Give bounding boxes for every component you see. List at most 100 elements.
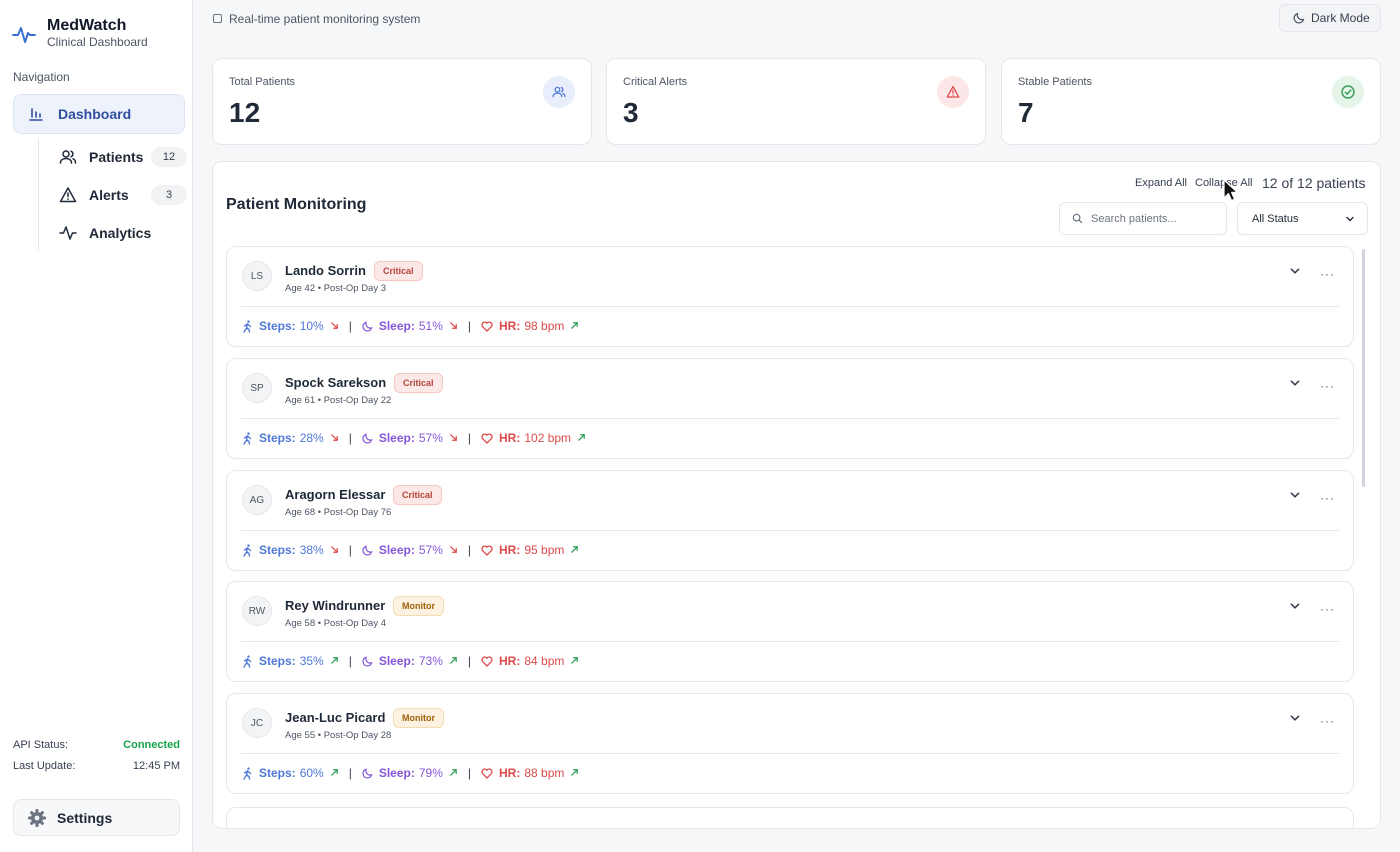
steps-metric: Steps: 38%: [242, 543, 339, 557]
stat-title: Stable Patients: [1018, 76, 1092, 88]
moon-icon: [362, 767, 373, 779]
patient-metrics: Steps: 28% | Sleep: 57% | HR: 102 bpm: [242, 431, 586, 445]
steps-label: Steps:: [259, 319, 296, 333]
more-options-icon[interactable]: ···: [1320, 491, 1335, 505]
patient-card[interactable]: LS Lando Sorrin Critical Age 42 • Post-O…: [226, 246, 1354, 347]
sleep-value: 79%: [418, 766, 443, 780]
patient-card[interactable]: AG Aragorn Elessar Critical Age 68 • Pos…: [226, 470, 1354, 571]
patient-list-scrollbar[interactable]: [1362, 249, 1365, 487]
more-options-icon[interactable]: ···: [1320, 379, 1335, 393]
patient-details: Age 58 • Post-Op Day 4: [285, 618, 387, 629]
stat-card-total-patients: Total Patients 12: [212, 58, 592, 145]
hr-label: HR:: [499, 543, 521, 557]
patient-name[interactable]: Aragorn Elessar: [285, 487, 385, 502]
patient-details: Age 61 • Post-Op Day 22: [285, 395, 392, 406]
patient-card[interactable]: RW Rey Windrunner Monitor Age 58 • Post-…: [226, 581, 1354, 682]
patient-card[interactable]: SP Spock Sarekson Critical Age 61 • Post…: [226, 358, 1354, 459]
steps-metric: Steps: 35%: [242, 654, 339, 668]
avatar: LS: [242, 261, 272, 291]
sidebar-item-label: Analytics: [89, 225, 152, 241]
monitoring-checkbox[interactable]: [213, 14, 222, 23]
moon-icon: [362, 320, 373, 332]
api-status-value: Connected: [123, 739, 180, 751]
patient-metrics: Steps: 35% | Sleep: 73% | HR: 84 bpm: [242, 654, 579, 668]
walking-icon: [243, 766, 252, 780]
warning-icon: [59, 187, 77, 203]
more-options-icon[interactable]: ···: [1320, 714, 1335, 728]
sleep-metric: Sleep: 57%: [362, 431, 458, 445]
avatar: AG: [242, 485, 272, 515]
patient-card[interactable]: JC Jean-Luc Picard Monitor Age 55 • Post…: [226, 693, 1354, 794]
separator: |: [467, 654, 472, 668]
chevron-down-icon[interactable]: [1289, 265, 1301, 277]
expand-all-button[interactable]: Expand All: [1135, 177, 1187, 189]
sidebar-item-patients[interactable]: Patients 12: [59, 144, 187, 170]
more-options-icon[interactable]: ···: [1320, 267, 1335, 281]
steps-label: Steps:: [259, 543, 296, 557]
hr-label: HR:: [499, 654, 521, 668]
chevron-down-icon[interactable]: [1289, 489, 1301, 501]
walking-icon: [243, 319, 252, 333]
steps-label: Steps:: [259, 654, 296, 668]
steps-metric: Steps: 28%: [242, 431, 339, 445]
chevron-down-icon: [1346, 216, 1354, 221]
heart-rate-metric: HR: 102 bpm: [481, 431, 586, 445]
patients-count-badge: 12: [151, 147, 187, 167]
separator: |: [348, 766, 352, 780]
stat-title: Total Patients: [229, 76, 296, 88]
sidebar-item-alerts[interactable]: Alerts 3: [59, 182, 187, 208]
hr-label: HR:: [499, 319, 521, 333]
stat-icon-badge: [937, 76, 969, 108]
search-input[interactable]: [1091, 212, 1221, 225]
moon-icon: [1293, 12, 1305, 24]
patient-name[interactable]: Rey Windrunner: [285, 598, 385, 613]
divider: [241, 530, 1339, 531]
stat-card-stable-patients: Stable Patients 7: [1001, 58, 1381, 145]
brand[interactable]: MedWatch Clinical Dashboard: [12, 17, 148, 49]
settings-button[interactable]: Settings: [13, 799, 180, 836]
sleep-metric: Sleep: 51%: [362, 319, 458, 333]
sidebar-item-dashboard[interactable]: Dashboard: [13, 94, 185, 134]
sleep-value: 57%: [418, 431, 443, 445]
trend-up-icon: [577, 431, 586, 445]
avatar: SP: [242, 373, 272, 403]
divider: [241, 306, 1339, 307]
hr-label: HR:: [499, 431, 521, 445]
trend-up-icon: [570, 319, 579, 333]
trend-up-icon: [570, 543, 579, 557]
patient-monitoring-panel: Patient Monitoring Expand All Collapse A…: [212, 161, 1381, 829]
sleep-label: Sleep:: [378, 319, 415, 333]
chevron-down-icon[interactable]: [1289, 600, 1301, 612]
activity-icon: [59, 226, 77, 240]
sleep-metric: Sleep: 79%: [362, 766, 458, 780]
chevron-down-icon[interactable]: [1289, 377, 1301, 389]
sleep-metric: Sleep: 73%: [362, 654, 458, 668]
pulse-logo-icon: [12, 27, 36, 43]
patient-name[interactable]: Lando Sorrin: [285, 263, 366, 278]
patient-card-partial[interactable]: [226, 807, 1354, 828]
more-options-icon[interactable]: ···: [1320, 602, 1335, 616]
chevron-down-icon[interactable]: [1289, 712, 1301, 724]
separator: |: [467, 319, 472, 333]
separator: |: [348, 319, 352, 333]
patient-metrics: Steps: 38% | Sleep: 57% | HR: 95 bpm: [242, 543, 579, 557]
gear-icon: [28, 808, 46, 827]
settings-label: Settings: [57, 809, 113, 826]
sleep-value: 73%: [418, 654, 443, 668]
app-subtitle: Clinical Dashboard: [47, 35, 148, 49]
sidebar-item-analytics[interactable]: Analytics: [59, 220, 187, 246]
users-icon: [59, 150, 77, 164]
patient-name[interactable]: Jean-Luc Picard: [285, 710, 385, 725]
patient-name[interactable]: Spock Sarekson: [285, 375, 386, 390]
dark-mode-button[interactable]: Dark Mode: [1279, 4, 1381, 32]
hr-value: 98 bpm: [524, 319, 565, 333]
sleep-label: Sleep:: [378, 431, 415, 445]
steps-metric: Steps: 60%: [242, 766, 339, 780]
heart-icon: [481, 320, 493, 332]
sidebar: MedWatch Clinical Dashboard Navigation D…: [0, 0, 193, 852]
steps-label: Steps:: [259, 766, 296, 780]
trend-up-icon: [330, 766, 339, 780]
separator: |: [467, 431, 472, 445]
status-filter-select[interactable]: All Status: [1237, 202, 1368, 235]
steps-label: Steps:: [259, 431, 296, 445]
